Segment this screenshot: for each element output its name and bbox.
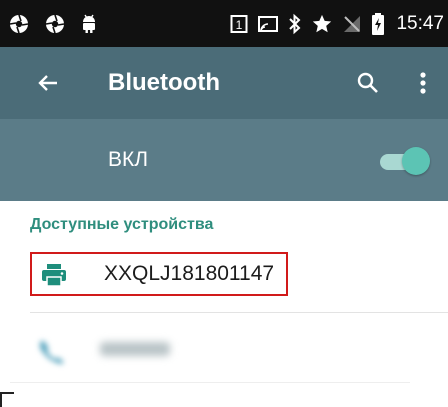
battery-charging-icon [371,12,385,36]
star-icon [311,13,333,35]
aperture-icon [8,13,30,35]
sim-1-icon: 1 [230,14,248,34]
search-icon[interactable] [350,65,386,101]
arrow-back-icon[interactable] [30,65,66,101]
bluetooth-icon [288,13,302,35]
page-title: Bluetooth [108,69,220,96]
toggle-thumb [402,147,430,175]
status-bar-time: 15:47 [396,12,444,34]
list-item-blurred[interactable] [0,320,448,380]
bluetooth-switch-bar[interactable]: ВКЛ [0,119,448,201]
app-toolbar: Bluetooth [0,47,448,119]
more-vert-icon[interactable] [408,65,438,101]
divider [10,382,410,383]
status-bar-left-icons [8,0,98,47]
available-devices-header: Доступные устройства [30,216,214,233]
device-list-item[interactable]: XXQLJ181801147 [30,252,288,296]
blurred-device-name [100,342,170,356]
svg-text:1: 1 [236,18,243,32]
phone-icon [36,338,66,364]
switch-label: ВКЛ [108,148,149,171]
status-bar: 1 15:47 [0,0,448,47]
aperture-icon [44,13,66,35]
cast-icon [257,14,279,34]
status-bar-right-icons: 1 15:47 [230,0,444,47]
divider [30,312,448,313]
frame-corner [0,392,14,407]
printer-icon [41,263,67,287]
no-signal-icon [342,14,362,34]
android-icon [80,13,98,35]
bluetooth-toggle[interactable] [376,145,432,177]
device-name: XXQLJ181801147 [104,262,275,285]
